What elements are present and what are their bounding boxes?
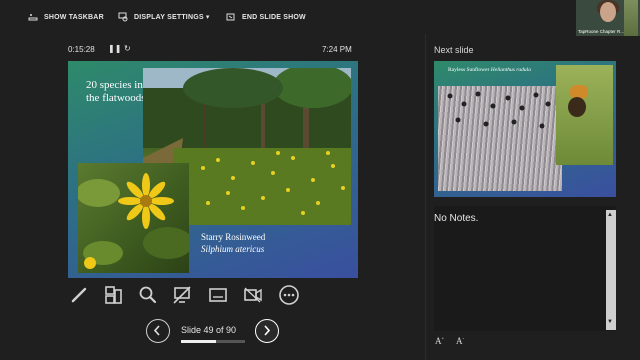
end-slide-show-label: END SLIDE SHOW xyxy=(242,13,306,21)
next-slide-label: Next slide xyxy=(434,45,474,55)
top-toolbar: SHOW TASKBAR DISPLAY SETTINGS ▾ END SLID… xyxy=(0,0,640,36)
pen-icon[interactable] xyxy=(68,284,90,306)
slide-counter[interactable]: Slide 49 of 90 xyxy=(181,325,236,335)
show-taskbar-button[interactable]: SHOW TASKBAR xyxy=(28,11,104,23)
chevron-right-icon xyxy=(264,325,271,336)
scroll-up-arrow-icon[interactable]: ▲ xyxy=(607,212,613,218)
current-slide[interactable]: 20 species in the flatwoods Starry Rosin… xyxy=(68,61,358,278)
zoom-icon[interactable] xyxy=(137,284,159,306)
video-caption: TapRoone Chapter R... xyxy=(578,29,625,34)
video-thumbnail[interactable]: TapRoone Chapter R... xyxy=(576,0,640,36)
display-settings-label: DISPLAY SETTINGS ▾ xyxy=(134,14,210,21)
end-show-icon xyxy=(226,13,235,21)
seedheads-art xyxy=(447,91,551,129)
taskbar-icon xyxy=(28,14,38,21)
speaker-notes-panel[interactable]: No Notes. xyxy=(434,206,616,331)
next-slide-button[interactable] xyxy=(255,319,279,343)
slide-title: 20 species in the flatwoods xyxy=(86,79,146,104)
pause-timer-button[interactable]: ❚❚ xyxy=(108,44,121,53)
seedheads-photo xyxy=(438,86,562,191)
see-all-slides-icon[interactable] xyxy=(102,284,124,306)
speaker-notes-text: No Notes. xyxy=(434,213,479,224)
slide-progress-bar xyxy=(181,340,245,343)
next-slide-caption: Rayless Sunflower Helianthus radula xyxy=(448,67,531,73)
flower-bud-shape xyxy=(568,97,586,117)
restart-timer-button[interactable]: ↻ xyxy=(124,44,131,53)
more-options-icon[interactable] xyxy=(278,284,300,306)
end-slide-show-button[interactable]: END SLIDE SHOW xyxy=(226,11,306,23)
previous-slide-button[interactable] xyxy=(146,319,170,343)
presenter-tools xyxy=(68,284,308,306)
display-settings-button[interactable]: DISPLAY SETTINGS ▾ xyxy=(118,11,210,23)
camera-off-icon[interactable] xyxy=(242,284,264,306)
next-slide-preview[interactable]: Rayless Sunflower Helianthus radula xyxy=(434,61,616,197)
slide-progress-fill xyxy=(181,340,216,343)
thumbnail-face xyxy=(600,2,616,22)
next-slide-common: Rayless Sunflower xyxy=(448,67,490,73)
scroll-down-arrow-icon[interactable]: ▼ xyxy=(607,319,613,325)
rosinweed-photo-art xyxy=(78,173,189,269)
black-screen-icon[interactable] xyxy=(171,284,193,306)
decrease-font-button[interactable]: A- xyxy=(456,336,464,346)
butterfly-photo xyxy=(556,65,613,165)
display-settings-icon xyxy=(118,12,128,22)
slide-caption-latin: Silphium atericus xyxy=(201,244,265,254)
panel-divider xyxy=(425,34,426,360)
thumbnail-plant xyxy=(624,0,638,36)
next-slide-latin: Helianthus radula xyxy=(490,67,531,73)
show-taskbar-label: SHOW TASKBAR xyxy=(44,13,104,21)
increase-font-button[interactable]: A+ xyxy=(435,336,444,346)
slide-caption-common: Starry Rosinweed xyxy=(201,232,266,242)
minus-sign: - xyxy=(462,337,465,342)
plus-sign: + xyxy=(441,337,445,342)
rosinweed-photo xyxy=(78,163,189,273)
elapsed-timer: 0:15:28 xyxy=(68,45,95,54)
current-time: 7:24 PM xyxy=(322,45,352,54)
subtitles-icon[interactable] xyxy=(207,284,229,306)
chevron-left-icon xyxy=(153,325,160,336)
notes-scrollbar[interactable] xyxy=(606,210,616,330)
